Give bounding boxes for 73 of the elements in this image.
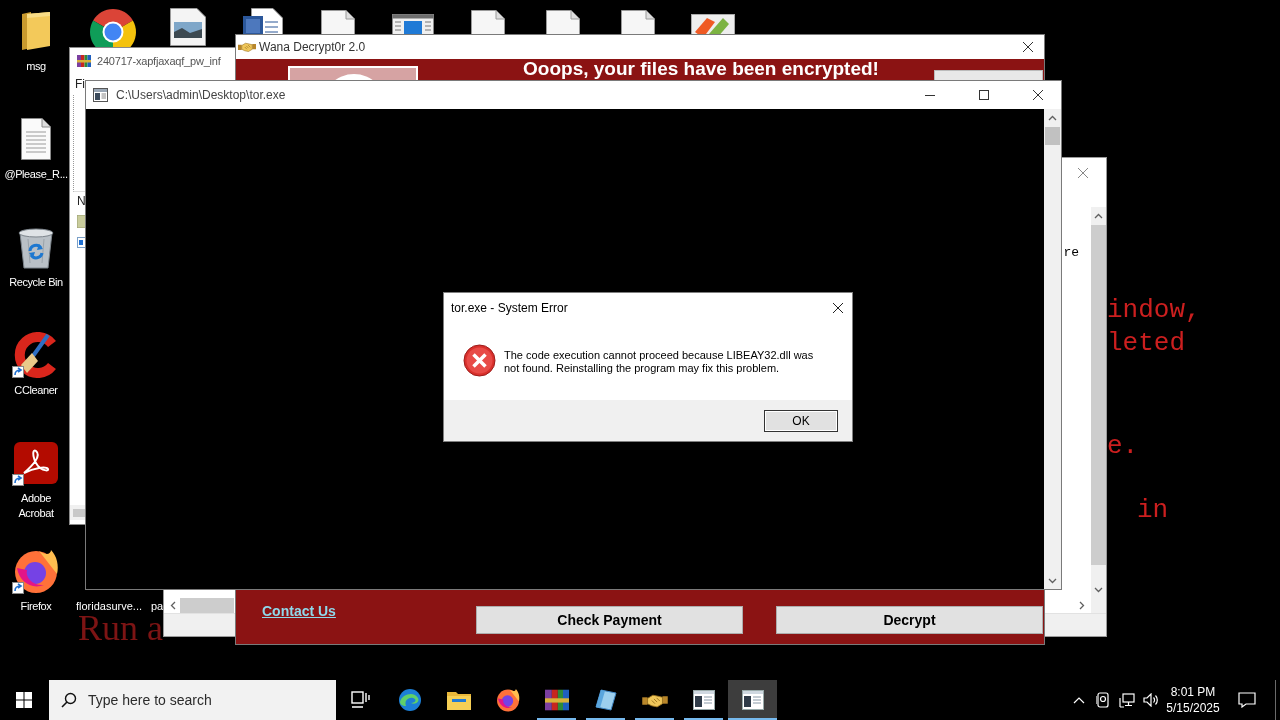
window-title: 240717-xapfjaxaqf_pw_inf bbox=[97, 54, 221, 67]
folder-icon[interactable] bbox=[21, 11, 51, 51]
error-icon bbox=[463, 344, 496, 377]
document-file-icon[interactable] bbox=[242, 8, 283, 34]
notifications-icon bbox=[1238, 692, 1256, 708]
search-field[interactable]: Type here to search bbox=[49, 680, 336, 720]
desktop-item[interactable]: Adobe Acrobat bbox=[3, 436, 69, 521]
notepad-icon bbox=[594, 689, 617, 711]
scroll-down-icon[interactable] bbox=[1048, 578, 1057, 584]
task-view-icon bbox=[350, 691, 371, 709]
chevron-up-icon bbox=[1073, 696, 1085, 704]
image-file-icon[interactable] bbox=[169, 8, 206, 46]
check-payment-button[interactable]: Check Payment bbox=[476, 606, 743, 634]
handshake-icon bbox=[238, 41, 256, 53]
window-title: C:\Users\admin\Desktop\tor.exe bbox=[116, 88, 286, 102]
decrypt-button[interactable]: Decrypt bbox=[776, 606, 1043, 634]
heading: Ooops, your files have been encrypted! bbox=[522, 59, 880, 78]
swirl-tile-icon[interactable] bbox=[14, 442, 58, 484]
scroll-down-icon[interactable] bbox=[1094, 587, 1103, 593]
blank-file-icon[interactable] bbox=[470, 8, 505, 34]
network-icon bbox=[1119, 692, 1135, 708]
minimize-icon bbox=[925, 94, 935, 96]
close-icon bbox=[1023, 42, 1033, 52]
vertical-scrollbar[interactable] bbox=[1044, 109, 1061, 589]
fox-globe-icon bbox=[495, 688, 520, 712]
console-icon bbox=[692, 690, 715, 710]
close-icon bbox=[833, 302, 843, 313]
books-icon bbox=[544, 688, 569, 712]
desktop-item[interactable]: floridasurve... bbox=[75, 599, 143, 614]
scroll-right-icon[interactable] bbox=[1079, 601, 1085, 610]
scroll-up-icon[interactable] bbox=[1094, 213, 1103, 219]
scroll-left-icon[interactable] bbox=[170, 601, 176, 610]
ok-button[interactable]: OK bbox=[764, 410, 838, 432]
blank-file-icon[interactable] bbox=[545, 8, 580, 34]
desktop-item[interactable]: @Please_R... bbox=[3, 112, 69, 182]
maximize-icon bbox=[979, 90, 989, 100]
column-header[interactable]: N bbox=[77, 194, 86, 208]
wallpaper-text: e. bbox=[1107, 433, 1139, 459]
console-icon bbox=[93, 88, 108, 102]
scrollbar-thumb[interactable] bbox=[180, 598, 234, 613]
swirl-icon bbox=[397, 688, 422, 712]
folder-icon bbox=[446, 690, 471, 710]
recycle-bin-icon[interactable] bbox=[17, 225, 55, 269]
text-file-icon[interactable] bbox=[21, 118, 51, 160]
volume-icon bbox=[1143, 693, 1159, 707]
desktop-item[interactable]: msg bbox=[3, 4, 69, 74]
scrollbar-thumb[interactable] bbox=[1045, 127, 1060, 145]
close-icon bbox=[1033, 90, 1043, 100]
desktop-item[interactable]: CCleaner bbox=[3, 328, 69, 398]
contact-link[interactable]: Contact Us bbox=[262, 603, 443, 619]
blank-file-icon[interactable] bbox=[320, 8, 355, 34]
windows-logo-icon bbox=[16, 692, 32, 708]
dialog-title: tor.exe - System Error bbox=[451, 300, 568, 315]
wallpaper-text: in bbox=[1137, 497, 1169, 523]
desktop-item[interactable]: Firefox bbox=[3, 544, 69, 614]
close-icon bbox=[1078, 167, 1088, 178]
menu-item[interactable]: Fi bbox=[75, 77, 85, 91]
desktop-item[interactable]: pa bbox=[150, 599, 164, 614]
blank-file-icon[interactable] bbox=[620, 8, 655, 34]
taskbar-app-button[interactable] bbox=[728, 680, 777, 720]
desktop-item[interactable]: Recycle Bin bbox=[3, 220, 69, 290]
device-icon bbox=[1096, 692, 1110, 708]
scroll-up-icon[interactable] bbox=[1048, 115, 1057, 121]
error-message: The code execution cannot proceed because LIBEAY32.dll was not found. Reinstalling the program may fix this problem. bbox=[504, 349, 815, 375]
fox-globe-icon[interactable] bbox=[13, 548, 59, 594]
wallpaper-text: Run a bbox=[78, 615, 163, 641]
search-icon bbox=[61, 692, 77, 708]
wallpaper-text: indow, bbox=[1107, 297, 1201, 323]
clock[interactable]: 8:01 PM 5/15/2025 bbox=[1163, 680, 1223, 720]
console-icon bbox=[741, 690, 764, 710]
books-icon bbox=[77, 53, 91, 68]
window-title: Wana Decrypt0r 2.0 bbox=[259, 40, 366, 54]
wallpaper-text: leted bbox=[1107, 330, 1185, 356]
